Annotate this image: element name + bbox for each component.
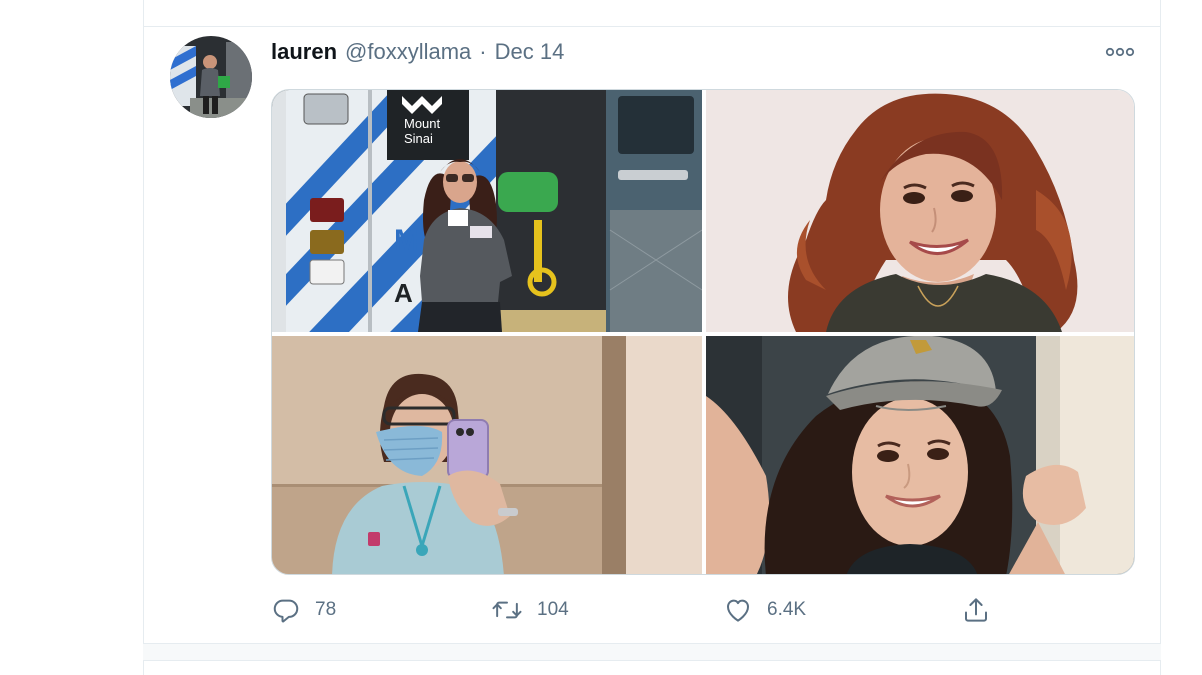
photo-mirror-selfie-mask[interactable]: [272, 336, 702, 574]
portrait-image: [706, 90, 1134, 332]
more-horizontal-icon: [1105, 47, 1135, 57]
share-button[interactable]: [961, 592, 991, 628]
mirror-selfie-image: [272, 336, 702, 574]
display-name[interactable]: lauren: [271, 39, 337, 65]
reply-icon: [273, 599, 299, 623]
tweet-header: lauren @foxxyllama · Dec 14: [271, 36, 564, 68]
sign-line-2: Sinai: [404, 131, 433, 146]
separator-dot: ·: [479, 39, 487, 64]
more-options-button[interactable]: [1100, 38, 1140, 66]
photo-ambulance[interactable]: Mount Sinai M A: [272, 90, 702, 332]
sign-line-1: Mount: [404, 116, 441, 131]
like-button[interactable]: 6.4K: [723, 592, 806, 628]
van-letter-m: M: [394, 224, 419, 257]
timeline-gap: [143, 644, 1161, 660]
reply-button[interactable]: 78: [271, 592, 336, 628]
share-icon: [965, 598, 987, 622]
next-tweet-divider: [143, 660, 1161, 661]
tweet-date[interactable]: Dec 14: [495, 39, 565, 65]
retweet-button[interactable]: 104: [491, 592, 569, 628]
previous-tweet-divider: [143, 26, 1161, 27]
ambulance-image: Mount Sinai M A: [272, 90, 702, 332]
photo-portrait-smiling[interactable]: [706, 90, 1134, 332]
reply-count: 78: [315, 599, 337, 620]
like-count: 6.4K: [767, 599, 807, 620]
photo-cap-selfie[interactable]: [706, 336, 1134, 574]
avatar-photo: [170, 36, 252, 118]
tweet-page: lauren @foxxyllama · Dec 14 Mount Sinai …: [0, 0, 1202, 675]
avatar[interactable]: [170, 36, 252, 118]
heart-icon: [727, 599, 749, 622]
media-grid: Mount Sinai M A: [271, 89, 1135, 575]
user-handle[interactable]: @foxxyllama: [345, 39, 471, 65]
van-letter-a: A: [394, 278, 413, 308]
retweet-count: 104: [537, 599, 569, 620]
cap-selfie-image: [706, 336, 1134, 574]
retweet-icon: [492, 601, 522, 619]
